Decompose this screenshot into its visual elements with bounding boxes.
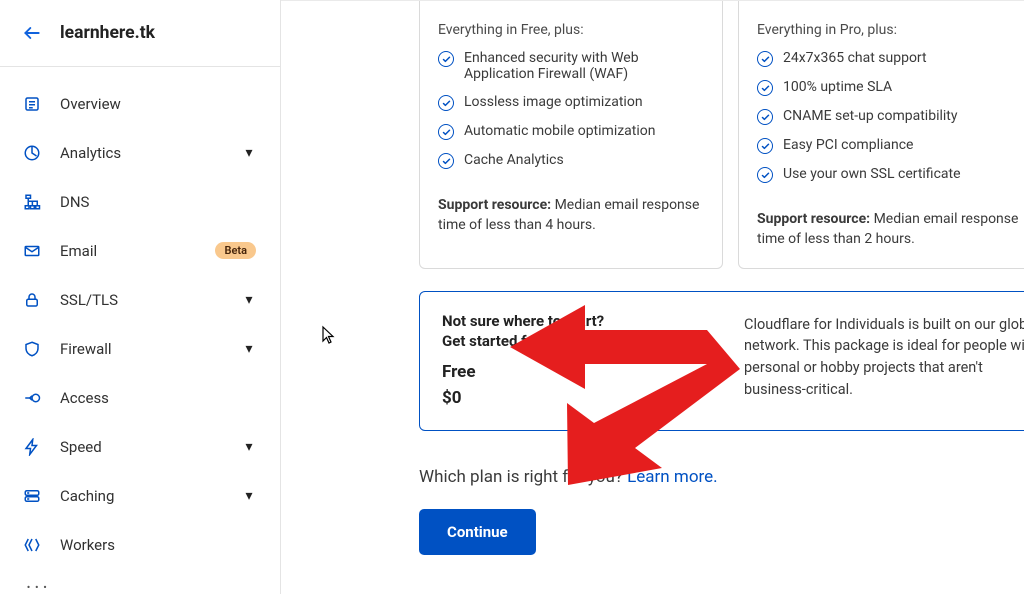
check-icon <box>438 95 454 111</box>
workers-icon <box>22 535 42 555</box>
sidebar-item-label: Email <box>60 242 195 260</box>
plan-card-pro[interactable]: Everything in Free, plus: Enhanced secur… <box>419 0 723 269</box>
sidebar-item-label: DNS <box>60 193 256 211</box>
check-icon <box>757 109 773 125</box>
free-plan-left: Not sure where to start? Get started for… <box>420 292 720 430</box>
check-icon <box>438 153 454 169</box>
back-arrow-icon[interactable] <box>22 23 42 43</box>
feature-text: Enhanced security with Web Application F… <box>464 50 704 82</box>
free-plan-price: $0 <box>442 388 698 408</box>
check-icon <box>438 124 454 140</box>
support-resource: Support resource: Median email response … <box>438 195 704 236</box>
sidebar-list: Overview Analytics ▾ DNS Email Beta <box>0 67 280 599</box>
check-icon <box>757 80 773 96</box>
sidebar-item-label: Workers <box>60 536 256 554</box>
check-icon <box>757 167 773 183</box>
sidebar-item-email[interactable]: Email Beta <box>0 226 280 275</box>
feature-text: Easy PCI compliance <box>783 137 913 153</box>
chevron-down-icon: ▾ <box>242 293 256 307</box>
feature-text: Cache Analytics <box>464 152 564 168</box>
plan-subtitle: Everything in Free, plus: <box>438 22 704 38</box>
plan-card-business[interactable]: Everything in Pro, plus: 24x7x365 chat s… <box>738 0 1024 269</box>
sidebar-item-workers[interactable]: Workers <box>0 520 280 569</box>
sidebar-item-label: Firewall <box>60 340 224 358</box>
free-plan-name: Free <box>442 362 698 382</box>
plan-subtitle: Everything in Pro, plus: <box>757 22 1023 38</box>
beta-badge: Beta <box>215 242 256 259</box>
domain-name: learnhere.tk <box>60 23 155 43</box>
sidebar-item-label: Analytics <box>60 144 224 162</box>
sidebar-item-label: Access <box>60 389 256 407</box>
feature-row: 100% uptime SLA <box>757 73 1023 102</box>
sidebar-more[interactable]: ... <box>0 569 280 599</box>
shield-icon <box>22 339 42 359</box>
email-icon <box>22 241 42 261</box>
check-icon <box>438 51 454 67</box>
sidebar-item-label: Speed <box>60 438 224 456</box>
feature-text: Use your own SSL certificate <box>783 166 961 182</box>
chevron-down-icon: ▾ <box>242 440 256 454</box>
feature-row: 24x7x365 chat support <box>757 44 1023 73</box>
feature-row: CNAME set-up compatibility <box>757 102 1023 131</box>
chevron-down-icon: ▾ <box>242 489 256 503</box>
feature-row: Lossless image optimization <box>438 88 704 117</box>
feature-text: 24x7x365 chat support <box>783 50 927 66</box>
learn-more-link[interactable]: Learn more. <box>627 467 718 487</box>
sidebar-item-label: Overview <box>60 95 256 113</box>
sidebar: learnhere.tk Overview Analytics ▾ DNS <box>0 0 281 594</box>
feature-text: 100% uptime SLA <box>783 79 892 95</box>
analytics-icon <box>22 143 42 163</box>
free-plan-description: Cloudflare for Individuals is built on o… <box>720 292 1024 430</box>
main-content: Everything in Free, plus: Enhanced secur… <box>281 0 1024 594</box>
plan-cards-row: Everything in Free, plus: Enhanced secur… <box>281 0 1024 269</box>
support-label: Support resource: <box>438 197 551 213</box>
chevron-down-icon: ▾ <box>242 342 256 356</box>
free-line-2: Get started for free. <box>442 332 698 350</box>
feature-row: Enhanced security with Web Application F… <box>438 44 704 88</box>
drive-icon <box>22 486 42 506</box>
sidebar-item-dns[interactable]: DNS <box>0 177 280 226</box>
sidebar-item-label: SSL/TLS <box>60 291 224 309</box>
dns-icon <box>22 192 42 212</box>
sidebar-item-caching[interactable]: Caching ▾ <box>0 471 280 520</box>
sidebar-item-label: Caching <box>60 487 224 505</box>
feature-row: Automatic mobile optimization <box>438 117 704 146</box>
overview-icon <box>22 94 42 114</box>
feature-text: Lossless image optimization <box>464 94 643 110</box>
check-icon <box>757 51 773 67</box>
sidebar-header: learnhere.tk <box>0 0 280 67</box>
sidebar-item-speed[interactable]: Speed ▾ <box>0 422 280 471</box>
which-plan-text: Which plan is right for you? <box>419 467 627 487</box>
feature-row: Easy PCI compliance <box>757 131 1023 160</box>
free-line-1: Not sure where to start? <box>442 312 698 330</box>
feature-row: Cache Analytics <box>438 146 704 175</box>
continue-button[interactable]: Continue <box>419 509 536 555</box>
lock-icon <box>22 290 42 310</box>
feature-row: Use your own SSL certificate <box>757 160 1023 189</box>
sidebar-item-overview[interactable]: Overview <box>0 79 280 128</box>
bolt-icon <box>22 437 42 457</box>
chevron-down-icon: ▾ <box>242 146 256 160</box>
which-plan-row: Which plan is right for you? Learn more. <box>419 467 1024 487</box>
support-resource: Support resource: Median email response … <box>757 209 1023 250</box>
sidebar-item-access[interactable]: Access <box>0 373 280 422</box>
check-icon <box>757 138 773 154</box>
feature-text: Automatic mobile optimization <box>464 123 655 139</box>
free-plan-box[interactable]: Not sure where to start? Get started for… <box>419 291 1024 431</box>
sidebar-item-ssl[interactable]: SSL/TLS ▾ <box>0 275 280 324</box>
sidebar-item-analytics[interactable]: Analytics ▾ <box>0 128 280 177</box>
sidebar-item-firewall[interactable]: Firewall ▾ <box>0 324 280 373</box>
support-label: Support resource: <box>757 211 870 227</box>
access-icon <box>22 388 42 408</box>
feature-text: CNAME set-up compatibility <box>783 108 958 124</box>
